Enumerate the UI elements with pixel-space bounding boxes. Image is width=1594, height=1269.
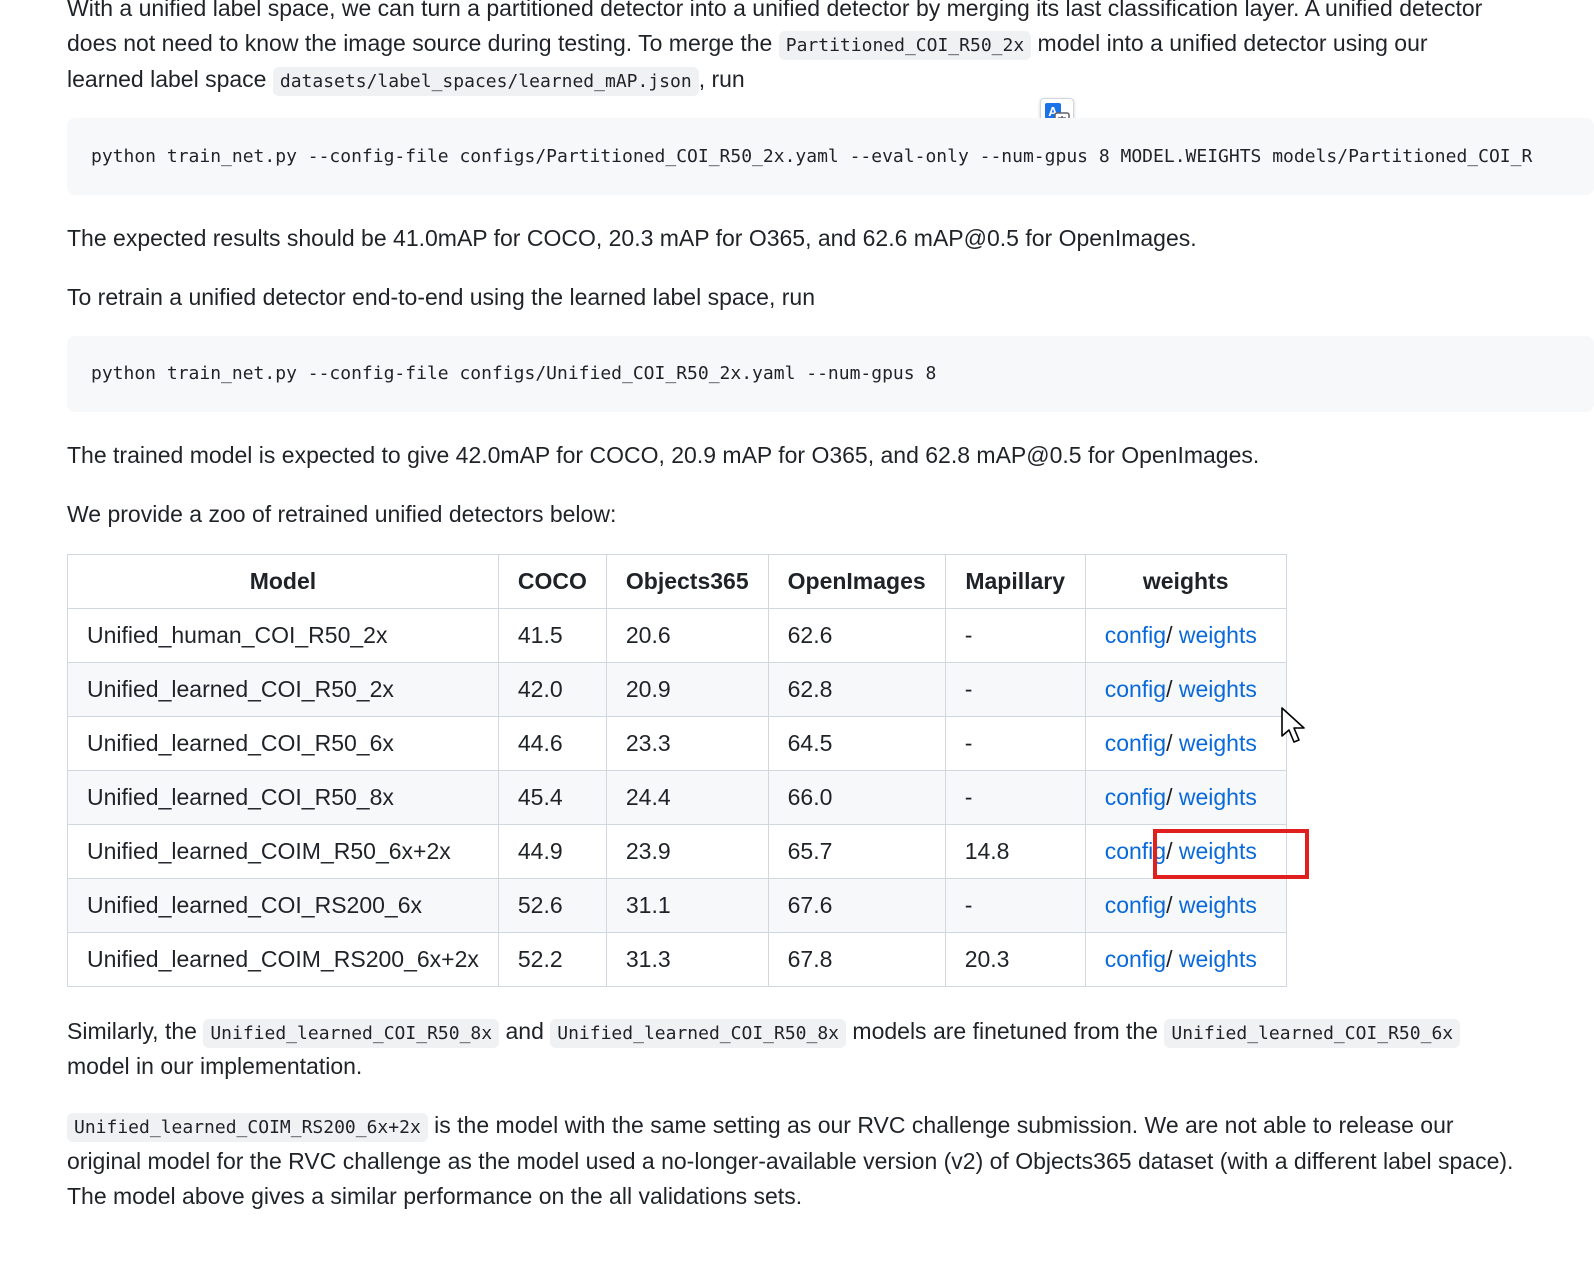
config-link[interactable]: config — [1105, 676, 1166, 702]
objects365-cell: 20.9 — [605, 662, 769, 717]
inline-code: Unified_learned_COIM_RS200_6x+2x — [67, 1113, 428, 1142]
inline-code: Partitioned_COI_R50_2x — [778, 31, 1032, 60]
inline-code: datasets/label_spaces/learned_mAP.json — [272, 67, 699, 96]
rvc-line-2: original model for the RVC challenge as … — [67, 1148, 1514, 1174]
objects365-cell: 20.6 — [605, 608, 769, 663]
table-row: Unified_learned_COIM_R50_6x+2x 44.9 23.9… — [67, 824, 1287, 879]
mapillary-cell: - — [944, 608, 1086, 663]
weights-link[interactable]: weights — [1179, 622, 1257, 648]
mapillary-cell: - — [944, 770, 1086, 825]
table-header-row: Model COCO Objects365 OpenImages Mapilla… — [67, 554, 1287, 609]
weights-link[interactable]: weights — [1179, 784, 1257, 810]
openimages-cell: 67.6 — [767, 878, 946, 933]
objects365-cell: 31.3 — [605, 932, 769, 987]
objects365-cell: 24.4 — [605, 770, 769, 825]
links-cell: config/ weights — [1084, 716, 1287, 771]
code-block-eval[interactable]: python train_net.py --config-file config… — [67, 118, 1594, 195]
inline-code: Unified_learned_COI_R50_6x — [1164, 1019, 1461, 1048]
zoo-intro-text: We provide a zoo of retrained unified de… — [67, 501, 617, 527]
openimages-cell: 62.6 — [767, 608, 946, 663]
header-model: Model — [67, 554, 499, 609]
model-cell: Unified_learned_COIM_R50_6x+2x — [67, 824, 499, 879]
intro-line-2: does not need to know the image source d… — [67, 25, 1428, 64]
table-row: Unified_learned_COI_RS200_6x 52.6 31.1 6… — [67, 878, 1287, 933]
header-objects365: Objects365 — [605, 554, 769, 609]
config-link[interactable]: config — [1105, 892, 1166, 918]
mouse-pointer-icon — [1280, 706, 1308, 752]
links-cell: config/ weights — [1084, 878, 1287, 933]
mapillary-cell: - — [944, 878, 1086, 933]
links-cell: config/ weights — [1084, 932, 1287, 987]
coco-cell: 44.9 — [497, 824, 607, 879]
inline-code: Unified_learned_COI_R50_8x — [550, 1019, 847, 1048]
weights-link[interactable]: weights — [1179, 730, 1257, 756]
model-cell: Unified_human_COI_R50_2x — [67, 608, 499, 663]
openimages-cell: 64.5 — [767, 716, 946, 771]
model-cell: Unified_learned_COI_RS200_6x — [67, 878, 499, 933]
model-cell: Unified_learned_COI_R50_8x — [67, 770, 499, 825]
link-separator: / — [1166, 892, 1179, 918]
code-text: python train_net.py --config-file config… — [91, 146, 1533, 167]
table-row: Unified_learned_COIM_RS200_6x+2x 52.2 31… — [67, 932, 1287, 987]
coco-cell: 52.2 — [497, 932, 607, 987]
config-link[interactable]: config — [1105, 784, 1166, 810]
model-cell: Unified_learned_COI_R50_2x — [67, 662, 499, 717]
intro-line-3: learned label space datasets/label_space… — [67, 61, 745, 100]
model-cell: Unified_learned_COI_R50_6x — [67, 716, 499, 771]
table-row: Unified_human_COI_R50_2x 41.5 20.6 62.6 … — [67, 608, 1287, 663]
table-row: Unified_learned_COI_R50_6x 44.6 23.3 64.… — [67, 716, 1287, 771]
weights-link[interactable]: weights — [1179, 892, 1257, 918]
link-separator: / — [1166, 946, 1179, 972]
table-row: Unified_learned_COI_R50_2x 42.0 20.9 62.… — [67, 662, 1287, 717]
openimages-cell: 66.0 — [767, 770, 946, 825]
link-separator: / — [1166, 784, 1179, 810]
openimages-cell: 62.8 — [767, 662, 946, 717]
mapillary-cell: 14.8 — [944, 824, 1086, 879]
weights-link[interactable]: weights — [1179, 946, 1257, 972]
objects365-cell: 23.9 — [605, 824, 769, 879]
objects365-cell: 31.1 — [605, 878, 769, 933]
config-link[interactable]: config — [1105, 946, 1166, 972]
retrain-text: To retrain a unified detector end-to-end… — [67, 284, 815, 310]
link-separator: / — [1166, 730, 1179, 756]
table-row: Unified_learned_COI_R50_8x 45.4 24.4 66.… — [67, 770, 1287, 825]
model-zoo-table: Model COCO Objects365 OpenImages Mapilla… — [67, 554, 1287, 987]
rvc-line-3: The model above gives a similar performa… — [67, 1183, 803, 1209]
links-cell: config/ weights — [1084, 770, 1287, 825]
coco-cell: 44.6 — [497, 716, 607, 771]
mapillary-cell: - — [944, 662, 1086, 717]
intro-line-1: With a unified label space, we can turn … — [67, 0, 1483, 21]
links-cell: config/ weights — [1084, 662, 1287, 717]
coco-cell: 52.6 — [497, 878, 607, 933]
link-separator: / — [1166, 676, 1179, 702]
links-cell: config/ weights — [1084, 608, 1287, 663]
model-cell: Unified_learned_COIM_RS200_6x+2x — [67, 932, 499, 987]
code-text: python train_net.py --config-file config… — [91, 363, 937, 384]
trained-results-text: The trained model is expected to give 42… — [67, 442, 1260, 468]
header-mapillary: Mapillary — [944, 554, 1086, 609]
header-coco: COCO — [497, 554, 607, 609]
expected-results-text: The expected results should be 41.0mAP f… — [67, 225, 1197, 251]
openimages-cell: 67.8 — [767, 932, 946, 987]
config-link[interactable]: config — [1105, 622, 1166, 648]
rvc-line-1: Unified_learned_COIM_RS200_6x+2x is the … — [67, 1107, 1454, 1146]
similarly-line-1: Similarly, the Unified_learned_COI_R50_8… — [67, 1013, 1461, 1052]
mapillary-cell: - — [944, 716, 1086, 771]
coco-cell: 42.0 — [497, 662, 607, 717]
objects365-cell: 23.3 — [605, 716, 769, 771]
openimages-cell: 65.7 — [767, 824, 946, 879]
similarly-line-2: model in our implementation. — [67, 1053, 363, 1079]
weights-link[interactable]: weights — [1179, 676, 1257, 702]
code-block-train[interactable]: python train_net.py --config-file config… — [67, 336, 1594, 412]
link-separator: / — [1166, 622, 1179, 648]
inline-code: Unified_learned_COI_R50_8x — [203, 1019, 500, 1048]
highlight-box — [1153, 829, 1309, 879]
coco-cell: 45.4 — [497, 770, 607, 825]
header-weights: weights — [1084, 554, 1287, 609]
config-link[interactable]: config — [1105, 730, 1166, 756]
mapillary-cell: 20.3 — [944, 932, 1086, 987]
header-openimages: OpenImages — [767, 554, 946, 609]
coco-cell: 41.5 — [497, 608, 607, 663]
